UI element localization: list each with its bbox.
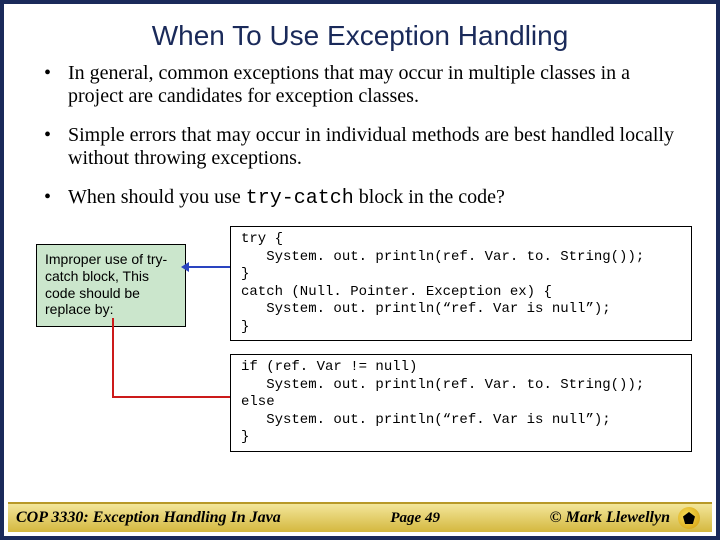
arrow-improper-icon bbox=[187, 266, 231, 268]
bullet-text-pre: When should you use bbox=[68, 186, 246, 208]
bullet-code: try-catch bbox=[246, 187, 354, 210]
arrow-replacement-vert-icon bbox=[112, 318, 114, 398]
code-box-improper: try { System. out. println(ref. Var. to.… bbox=[230, 226, 692, 341]
bullet-item: When should you use try-catch block in t… bbox=[44, 186, 688, 210]
bullet-text-post: block in the code? bbox=[354, 186, 505, 208]
arrow-replacement-horiz-icon bbox=[112, 396, 230, 398]
slide: When To Use Exception Handling In genera… bbox=[0, 0, 720, 540]
ucf-logo-icon bbox=[678, 507, 700, 529]
footer-copyright: © Mark Llewellyn bbox=[550, 509, 670, 527]
bullet-item: Simple errors that may occur in individu… bbox=[44, 124, 688, 170]
content-row: Improper use of try-catch block, This co… bbox=[4, 226, 716, 446]
bullet-list: In general, common exceptions that may o… bbox=[4, 62, 716, 210]
bullet-item: In general, common exceptions that may o… bbox=[44, 62, 688, 108]
footer-course: COP 3330: Exception Handling In Java bbox=[16, 509, 281, 527]
footer: COP 3330: Exception Handling In Java Pag… bbox=[8, 502, 712, 532]
footer-right: © Mark Llewellyn bbox=[550, 507, 700, 529]
slide-title: When To Use Exception Handling bbox=[4, 4, 716, 62]
code-box-proper: if (ref. Var != null) System. out. print… bbox=[230, 354, 692, 452]
footer-page: Page 49 bbox=[390, 510, 440, 527]
note-box: Improper use of try-catch block, This co… bbox=[36, 244, 186, 327]
